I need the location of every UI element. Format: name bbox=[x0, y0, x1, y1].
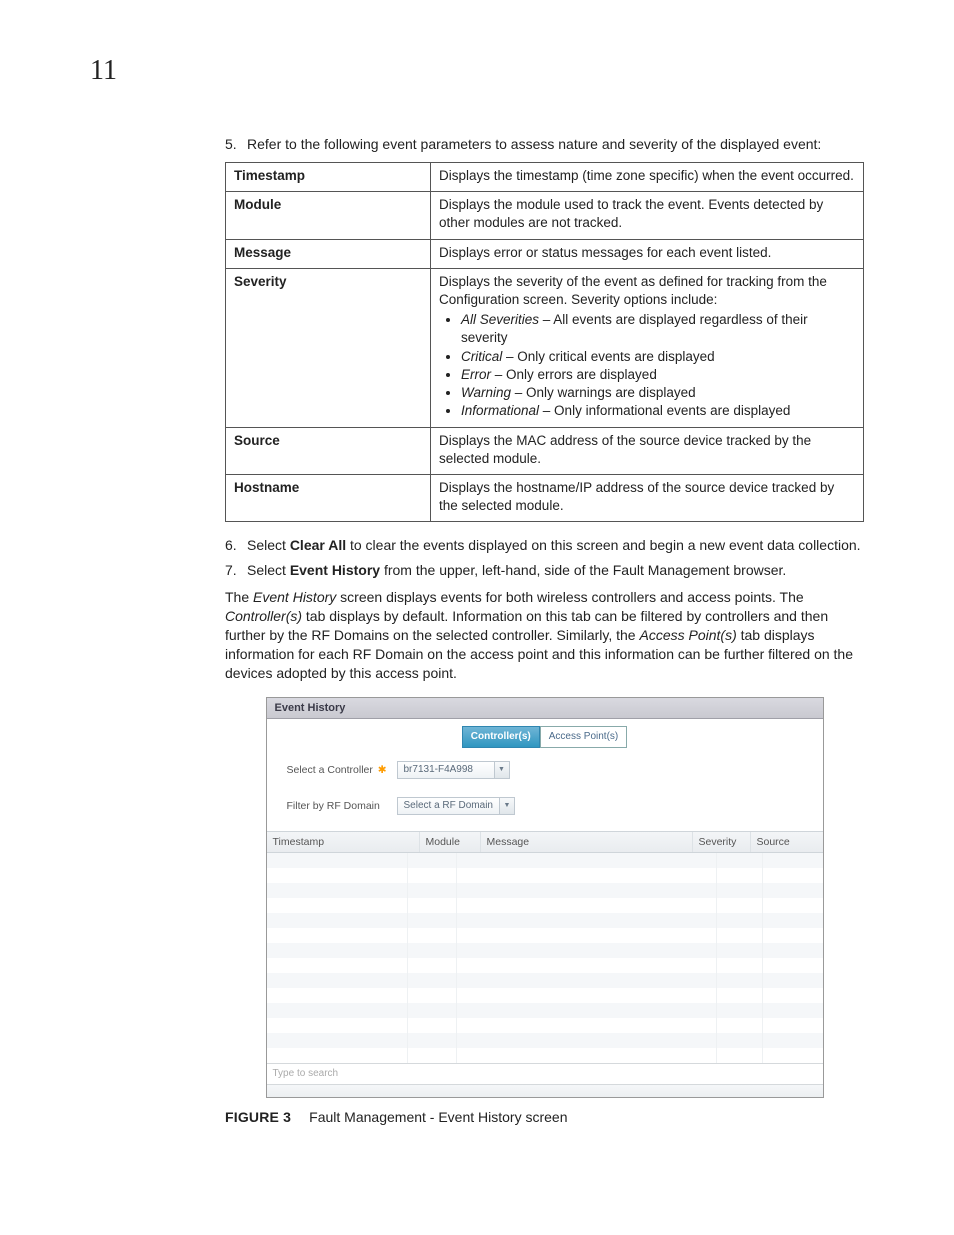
col-header-timestamp[interactable]: Timestamp bbox=[267, 832, 420, 852]
filter-panel: Select a Controller ✱ br7131-F4A998 ▼ Fi… bbox=[267, 747, 823, 831]
step-7-number: 7. bbox=[225, 561, 237, 580]
rf-domain-select-value: Select a RF Domain bbox=[398, 798, 499, 814]
step-6: 6. Select Clear All to clear the events … bbox=[225, 536, 864, 555]
table-row[interactable] bbox=[267, 1048, 823, 1063]
table-row[interactable] bbox=[267, 973, 823, 988]
table-row[interactable] bbox=[267, 988, 823, 1003]
col-header-severity[interactable]: Severity bbox=[693, 832, 751, 852]
row-source-head: Source bbox=[226, 427, 431, 474]
sev-informational: Informational – Only informational event… bbox=[461, 402, 855, 420]
table-row[interactable] bbox=[267, 958, 823, 973]
row-module-head: Module bbox=[226, 192, 431, 239]
app-tabs: Controller(s)Access Point(s) bbox=[267, 719, 823, 747]
step-5-text: Refer to the following event parameters … bbox=[247, 136, 821, 152]
figure-caption: FIGURE 3 Fault Management - Event History… bbox=[225, 1108, 864, 1127]
sev-critical: Critical – Only critical events are disp… bbox=[461, 348, 855, 366]
step-6-bold: Clear All bbox=[290, 537, 346, 553]
table-row[interactable] bbox=[267, 913, 823, 928]
event-history-app: Event History Controller(s)Access Point(… bbox=[266, 697, 824, 1098]
chevron-down-icon: ▼ bbox=[499, 798, 514, 814]
table-row[interactable] bbox=[267, 943, 823, 958]
row-module-desc: Displays the module used to track the ev… bbox=[431, 192, 864, 239]
table-row[interactable] bbox=[267, 883, 823, 898]
row-hostname-desc: Displays the hostname/IP address of the … bbox=[431, 474, 864, 521]
severity-intro: Displays the severity of the event as de… bbox=[439, 274, 827, 307]
step-6-number: 6. bbox=[225, 536, 237, 555]
grid-search-input[interactable]: Type to search bbox=[267, 1063, 823, 1084]
row-timestamp-desc: Displays the timestamp (time zone specif… bbox=[431, 162, 864, 191]
select-controller-label: Select a Controller ✱ bbox=[287, 763, 397, 777]
event-history-paragraph: The Event History screen displays events… bbox=[225, 588, 864, 682]
sev-error: Error – Only errors are displayed bbox=[461, 366, 855, 384]
step-6-post: to clear the events displayed on this sc… bbox=[346, 537, 860, 553]
step-6-pre: Select bbox=[247, 537, 290, 553]
step-5: 5. Refer to the following event paramete… bbox=[225, 135, 864, 154]
app-title-bar: Event History bbox=[267, 698, 823, 720]
step-7-post: from the upper, left-hand, side of the F… bbox=[380, 562, 786, 578]
table-row[interactable] bbox=[267, 1033, 823, 1048]
chapter-number: 11 bbox=[90, 52, 117, 90]
sev-warning: Warning – Only warnings are displayed bbox=[461, 384, 855, 402]
event-grid-header: Timestamp Module Message Severity Source bbox=[267, 831, 823, 853]
event-parameters-table: Timestamp Displays the timestamp (time z… bbox=[225, 162, 864, 523]
table-row[interactable] bbox=[267, 928, 823, 943]
rf-domain-label: Filter by RF Domain bbox=[287, 799, 397, 813]
row-hostname-head: Hostname bbox=[226, 474, 431, 521]
row-severity-head: Severity bbox=[226, 268, 431, 427]
controller-select-value: br7131-F4A998 bbox=[398, 762, 494, 778]
event-grid-body bbox=[267, 853, 823, 1063]
col-header-source[interactable]: Source bbox=[751, 832, 823, 852]
rf-domain-select[interactable]: Select a RF Domain ▼ bbox=[397, 797, 515, 815]
figure-label: FIGURE 3 bbox=[225, 1109, 291, 1125]
row-message-desc: Displays error or status messages for ea… bbox=[431, 239, 864, 268]
grid-footer-bar bbox=[267, 1084, 823, 1097]
step-7-bold: Event History bbox=[290, 562, 380, 578]
table-row[interactable] bbox=[267, 1003, 823, 1018]
sev-all: All Severities – All events are displaye… bbox=[461, 311, 855, 347]
row-message-head: Message bbox=[226, 239, 431, 268]
table-row[interactable] bbox=[267, 898, 823, 913]
tab-access-points[interactable]: Access Point(s) bbox=[540, 726, 627, 748]
step-5-number: 5. bbox=[225, 135, 237, 154]
tab-controllers[interactable]: Controller(s) bbox=[462, 726, 540, 748]
col-header-message[interactable]: Message bbox=[481, 832, 693, 852]
table-row[interactable] bbox=[267, 1018, 823, 1033]
required-icon: ✱ bbox=[378, 764, 387, 776]
col-header-module[interactable]: Module bbox=[420, 832, 481, 852]
row-severity-desc: Displays the severity of the event as de… bbox=[431, 268, 864, 427]
row-source-desc: Displays the MAC address of the source d… bbox=[431, 427, 864, 474]
controller-select[interactable]: br7131-F4A998 ▼ bbox=[397, 761, 510, 779]
step-7: 7. Select Event History from the upper, … bbox=[225, 561, 864, 580]
row-timestamp-head: Timestamp bbox=[226, 162, 431, 191]
chevron-down-icon: ▼ bbox=[494, 762, 509, 778]
step-7-pre: Select bbox=[247, 562, 290, 578]
table-row[interactable] bbox=[267, 853, 823, 868]
table-row[interactable] bbox=[267, 868, 823, 883]
figure-caption-text: Fault Management - Event History screen bbox=[309, 1109, 567, 1125]
